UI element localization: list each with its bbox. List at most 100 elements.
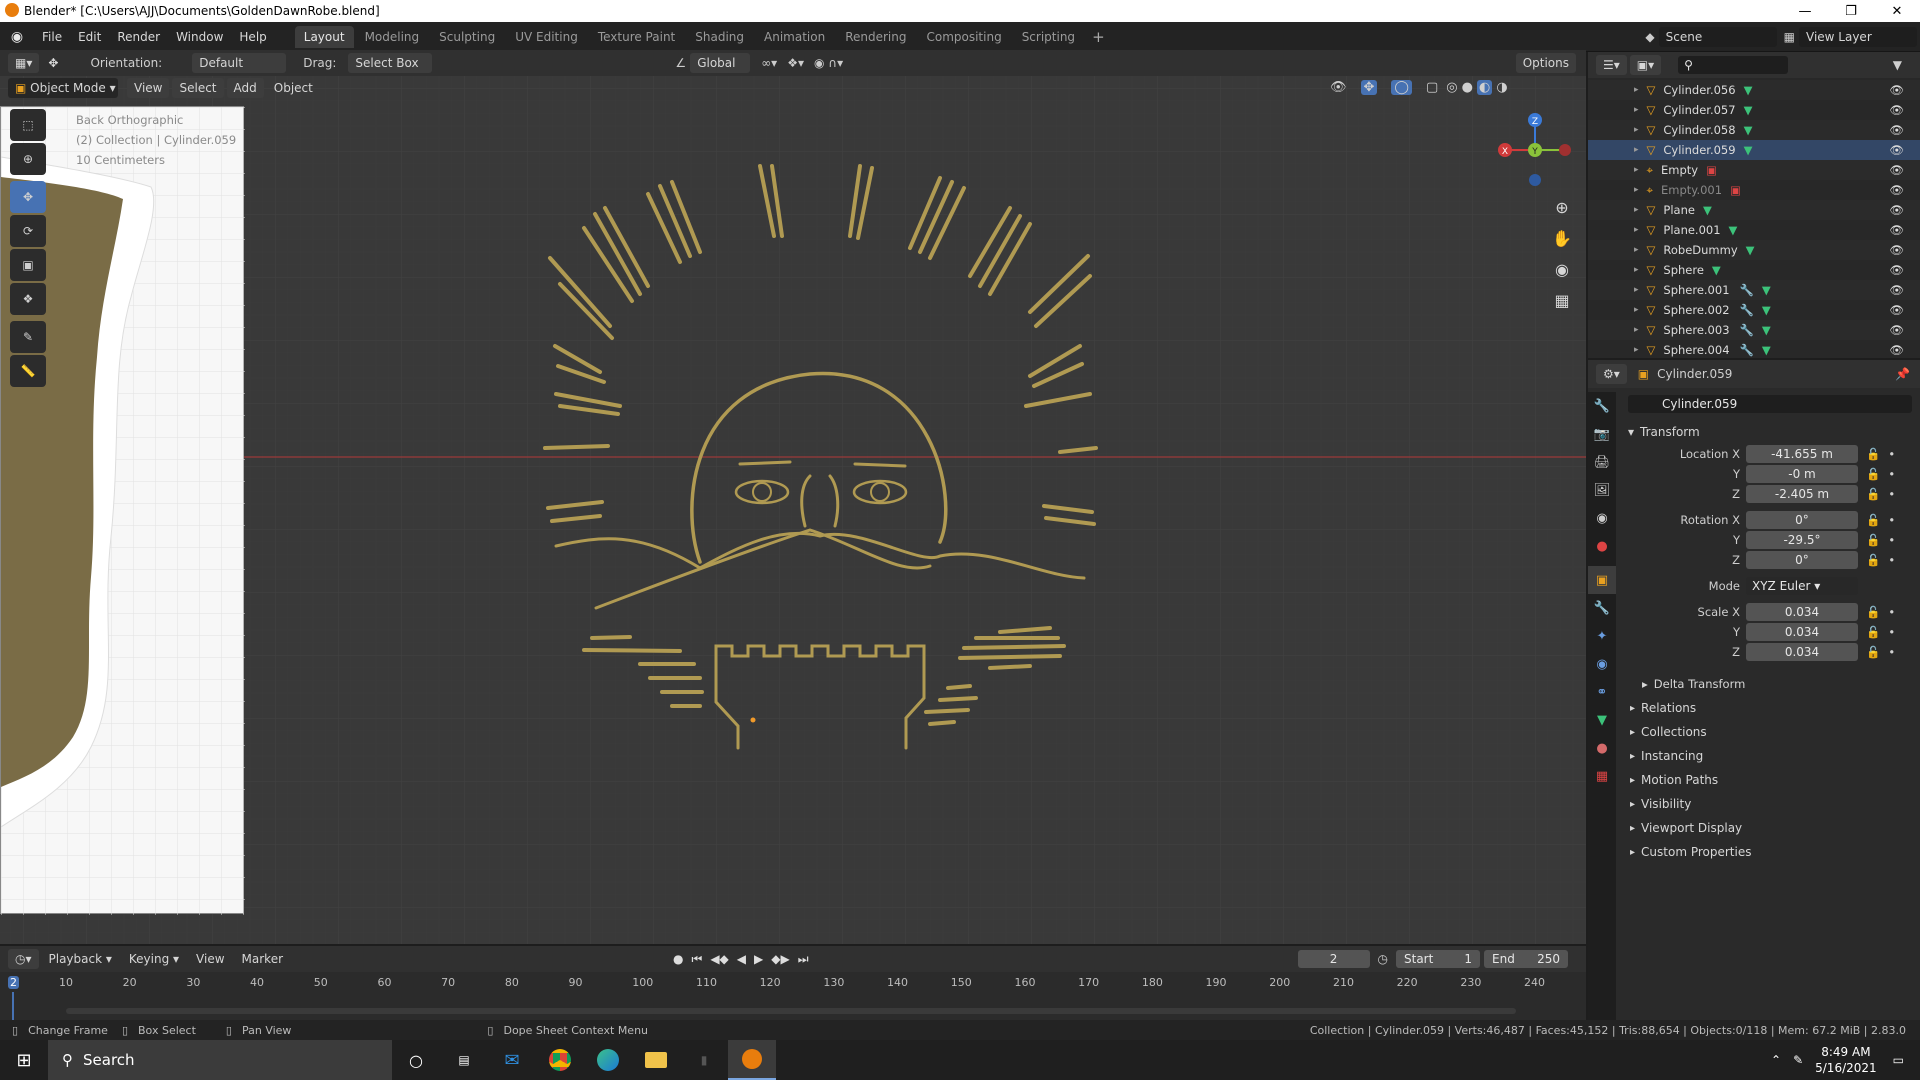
measure-tool[interactable]: 📏 [10,355,46,387]
outliner-row[interactable]: ▸ ▽ Cylinder.057 ▼ 👁 [1588,100,1920,120]
solid-shading-icon[interactable]: ● [1462,80,1473,95]
tab-rendering[interactable]: Rendering [836,26,915,48]
end-frame-field[interactable]: End 250 [1484,950,1568,968]
tab-scripting[interactable]: Scripting [1013,26,1084,48]
properties-section-instancing[interactable]: ▸ Instancing [1616,744,1920,768]
jump-end-icon[interactable]: ⏭ [798,952,809,967]
rotate-tool[interactable]: ⟳ [10,215,46,247]
transform-tool[interactable]: ❖ [10,283,46,315]
keying-menu[interactable]: Keying ▾ [122,949,186,969]
expand-arrow-icon[interactable]: ▸ [1634,85,1639,95]
view-menu[interactable]: View [127,78,170,98]
lock-icon[interactable]: 🔓 [1866,487,1880,501]
outliner-row[interactable]: ▸ ▽ Sphere ▼ 👁 [1588,260,1920,280]
rotation-mode-dropdown[interactable]: XYZ Euler ▾ [1746,577,1858,595]
playhead[interactable] [12,992,14,1020]
timeline-scrollbar[interactable] [66,1008,1516,1014]
location-z-field[interactable]: -2.405 m [1746,485,1858,503]
material-tab-icon[interactable]: ● [1588,734,1616,762]
keyframe-dot-icon[interactable]: • [1888,553,1895,567]
show-hidden-icons[interactable]: ⌃ [1771,1053,1781,1067]
scale-x-field[interactable]: 0.034 [1746,603,1858,621]
edge-app-icon[interactable] [584,1040,632,1080]
expand-arrow-icon[interactable]: ▸ [1634,185,1639,195]
expand-arrow-icon[interactable]: ▸ [1634,225,1639,235]
visibility-eye-icon[interactable]: 👁 [1889,343,1904,357]
notifications-icon[interactable]: ▭ [1893,1053,1904,1067]
expand-arrow-icon[interactable]: ▸ [1634,265,1639,275]
play-reverse-icon[interactable]: ◀ [737,952,746,967]
view-layer-field[interactable]: View Layer [1799,26,1917,47]
properties-section-custom-properties[interactable]: ▸ Custom Properties [1616,840,1920,864]
rotation-y-field[interactable]: -29.5° [1746,531,1858,549]
rotation-x-field[interactable]: 0° [1746,511,1858,529]
properties-section-relations[interactable]: ▸ Relations [1616,696,1920,720]
annotate-tool[interactable]: ✎ [10,321,46,353]
visibility-eye-icon[interactable]: 👁 [1889,143,1904,157]
blender-menu-icon[interactable]: ◉ [0,29,34,45]
task-view-icon[interactable]: ▤ [440,1040,488,1080]
options-dropdown[interactable]: Options [1515,53,1576,73]
physics-tab-icon[interactable]: ◉ [1588,650,1616,678]
scene-icon[interactable]: ◆ [1641,30,1658,44]
texture-tab-icon[interactable]: ▦ [1588,762,1616,790]
outliner-row[interactable]: ▸ ▽ Cylinder.056 ▼ 👁 [1588,80,1920,100]
jump-start-icon[interactable]: ⏮ [692,952,703,967]
object-menu[interactable]: Object [267,78,320,98]
object-tab-icon[interactable]: ▣ [1588,566,1616,594]
tab-texture-paint[interactable]: Texture Paint [589,26,684,48]
taskbar-search-box[interactable]: ⚲ Search [48,1040,392,1080]
delta-transform-section[interactable]: ▸ Delta Transform [1628,672,1920,696]
visibility-eye-icon[interactable]: 👁 [1889,183,1904,197]
view-layer-icon[interactable]: ▦ [1780,30,1799,44]
windows-start-icon[interactable]: ⊞ [0,1040,48,1080]
properties-section-visibility[interactable]: ▸ Visibility [1616,792,1920,816]
tool-tab-icon[interactable]: 🔧 [1588,392,1616,420]
tab-uv-editing[interactable]: UV Editing [506,26,587,48]
menu-edit[interactable]: Edit [70,30,109,44]
timeline-editor-icon[interactable]: ◷▾ [8,949,39,969]
timeline-frame-ruler[interactable]: 2 10 20 30 40 50 60 70 80 90 100 110 120 130 140 150 160… [0,972,1586,1020]
lock-icon[interactable]: 🔓 [1866,645,1880,659]
lock-icon[interactable]: 🔓 [1866,625,1880,639]
output-tab-icon[interactable]: 🖨 [1588,448,1616,476]
pin-icon[interactable]: 📌 [1895,367,1910,381]
menu-help[interactable]: Help [231,30,274,44]
close-icon[interactable]: ✕ [1874,4,1920,19]
next-keyframe-icon[interactable]: ◆▶ [771,952,789,967]
keyframe-dot-icon[interactable]: • [1888,605,1895,619]
lock-icon[interactable]: 🔓 [1866,467,1880,481]
pen-icon[interactable]: ✎ [1793,1053,1803,1067]
gizmo-toggle-icon[interactable]: ✥ [1360,80,1378,95]
tab-sculpting[interactable]: Sculpting [430,26,504,48]
drag-dropdown[interactable]: Select Box [348,53,433,73]
view-layer-tab-icon[interactable]: 🖼 [1588,476,1616,504]
outliner-row[interactable]: ▸ ⌖ Empty.001 ▣ 👁 [1588,180,1920,200]
keyframe-dot-icon[interactable]: • [1888,533,1895,547]
xray-icon[interactable]: ▢ [1426,80,1438,95]
proportional-edit-icon[interactable]: ◉ ∩▾ [814,56,843,70]
record-icon[interactable]: ● [673,952,683,967]
scene-field[interactable]: Scene [1658,26,1777,47]
outliner-editor-icon[interactable]: ☰▾ [1596,55,1627,75]
outliner-row[interactable]: ▸ ▽ Plane ▼ 👁 [1588,200,1920,220]
menu-render[interactable]: Render [109,30,168,44]
expand-arrow-icon[interactable]: ▸ [1634,345,1639,355]
location-x-field[interactable]: -41.655 m [1746,445,1858,463]
world-tab-icon[interactable]: ● [1588,532,1616,560]
editor-type-icon[interactable]: ▦▾ [8,53,40,73]
snap-icon[interactable]: ❖▾ [787,56,804,70]
3d-viewport[interactable]: ▣ Object Mode ▾ View Select Add Object 👁… [0,76,1586,944]
expand-arrow-icon[interactable]: ▸ [1634,245,1639,255]
expand-arrow-icon[interactable]: ▸ [1634,305,1639,315]
add-menu[interactable]: Add [226,78,264,98]
mail-app-icon[interactable]: ✉ [488,1040,536,1080]
grid-view-icon[interactable]: ▦ [1548,285,1576,316]
modifier-tab-icon[interactable]: 🔧 [1588,594,1616,622]
cortana-icon[interactable]: ○ [392,1040,440,1080]
overlay-toggle-icon[interactable]: ◯ [1391,80,1412,95]
scale-tool[interactable]: ▣ [10,249,46,281]
start-frame-field[interactable]: Start 1 [1396,950,1480,968]
tab-animation[interactable]: Animation [755,26,834,48]
tab-layout[interactable]: Layout [294,25,354,48]
